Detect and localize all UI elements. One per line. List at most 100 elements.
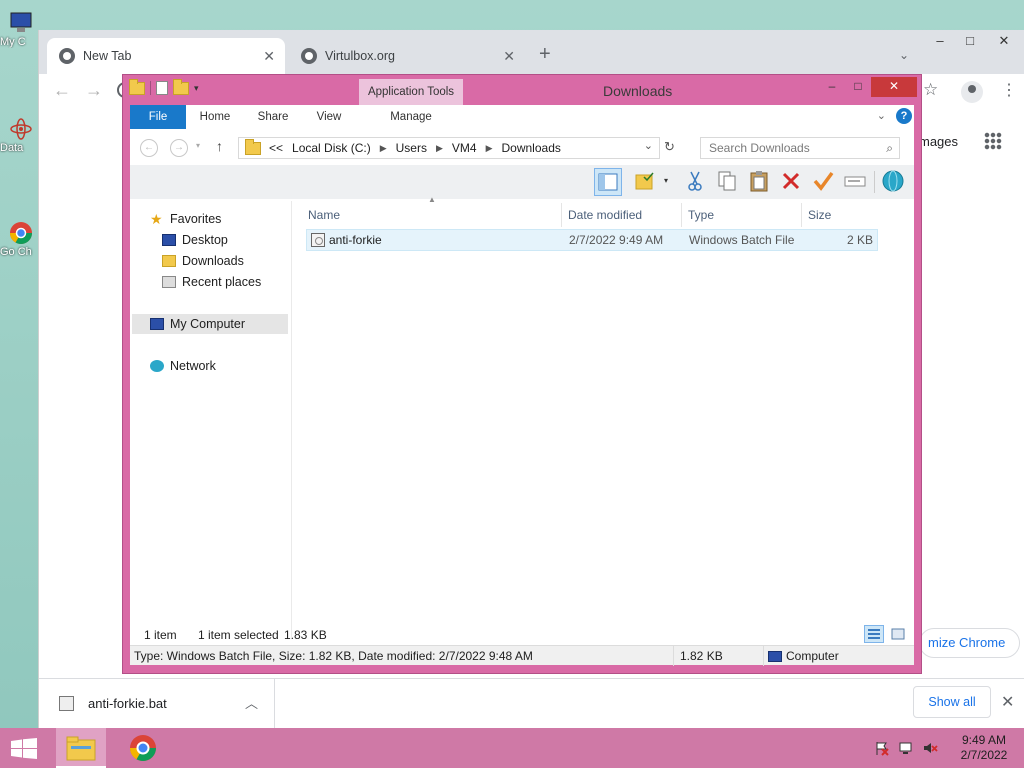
computer-icon <box>150 318 164 330</box>
properties-globe-icon[interactable] <box>880 168 908 196</box>
show-all-button[interactable]: Show all <box>913 686 991 718</box>
volume-muted-icon[interactable] <box>922 740 938 759</box>
breadcrumb-users[interactable]: Users <box>396 141 427 155</box>
refresh-icon[interactable]: ↻ <box>664 139 675 155</box>
address-bar[interactable]: << Local Disk (C:) ▶ Users ▶ VM4 ▶ Downl… <box>238 137 660 159</box>
batch-file-icon <box>311 233 325 247</box>
recent-places-icon <box>162 276 176 288</box>
help-icon[interactable]: ? <box>896 108 912 124</box>
tab-view[interactable]: View <box>306 105 352 129</box>
nav-my-computer[interactable]: My Computer <box>132 314 288 334</box>
minimize-button[interactable]: – <box>819 77 845 97</box>
address-overflow[interactable]: << <box>269 141 283 155</box>
desktop-icon-label: My C <box>0 36 26 48</box>
checkmark-icon[interactable] <box>810 168 838 196</box>
status-location-label: Computer <box>786 649 839 663</box>
desktop-icon-my-computer[interactable]: My C <box>0 10 34 48</box>
desktop-icon-data[interactable]: Data <box>0 116 34 154</box>
breadcrumb-separator-icon[interactable]: ▶ <box>380 143 387 154</box>
column-name[interactable]: Name <box>306 203 562 227</box>
breadcrumb-local-disk[interactable]: Local Disk (C:) <box>292 141 371 155</box>
up-arrow-icon[interactable]: ↑ <box>216 138 223 154</box>
images-link[interactable]: mages <box>919 134 958 149</box>
taskbar-chrome[interactable] <box>118 728 168 768</box>
minimize-button[interactable]: – <box>925 30 955 54</box>
tab-home[interactable]: Home <box>192 105 238 129</box>
tab-manage[interactable]: Manage <box>366 105 456 129</box>
file-row[interactable]: anti-forkie 2/7/2022 9:49 AM Windows Bat… <box>306 229 878 251</box>
nav-desktop[interactable]: Desktop <box>162 230 228 250</box>
customize-label: mize Chrome <box>928 635 1006 650</box>
delete-icon[interactable] <box>778 168 806 196</box>
column-headers: ▲ Name Date modified Type Size <box>306 195 882 227</box>
close-download-bar-icon[interactable]: ✕ <box>1001 692 1014 712</box>
bookmark-star-icon[interactable]: ☆ <box>923 80 938 100</box>
cut-icon[interactable] <box>682 168 710 196</box>
file-type: Windows Batch File <box>689 233 795 247</box>
network-tray-icon[interactable] <box>898 740 914 759</box>
new-tab-button[interactable]: + <box>539 44 551 64</box>
properties-icon[interactable] <box>156 81 168 95</box>
large-icons-view-icon[interactable] <box>888 625 908 643</box>
nav-label: My Computer <box>170 317 246 331</box>
search-input[interactable]: Search Downloads ⌕ <box>700 137 900 159</box>
recent-locations-chevron-icon[interactable]: ▾ <box>196 141 200 150</box>
menu-kebab-icon[interactable]: ⋮ <box>1001 80 1017 100</box>
address-dropdown-chevron-icon[interactable]: ⌄ <box>644 139 653 152</box>
forward-arrow-icon[interactable]: → <box>170 139 188 157</box>
rename-icon[interactable] <box>842 168 870 196</box>
tab-share[interactable]: Share <box>250 105 296 129</box>
close-tab-icon[interactable]: ✕ <box>263 48 275 65</box>
close-button[interactable]: ✕ <box>989 30 1019 54</box>
breadcrumb-separator-icon[interactable]: ▶ <box>486 143 493 154</box>
breadcrumb-vm4[interactable]: VM4 <box>452 141 477 155</box>
status-size: 1.82 KB <box>678 646 764 666</box>
copy-icon[interactable] <box>714 168 742 196</box>
paste-icon[interactable] <box>746 168 774 196</box>
layout-dropdown-chevron-icon[interactable]: ▾ <box>664 176 668 185</box>
tab-virtulbox[interactable]: Virtulbox.org ✕ <box>289 38 525 74</box>
breadcrumb-downloads[interactable]: Downloads <box>502 141 561 155</box>
customize-qat-chevron-icon[interactable]: ▾ <box>194 83 199 94</box>
clock-time: 9:49 AM <box>961 733 1007 747</box>
tab-file[interactable]: File <box>130 105 186 129</box>
tab-new-tab[interactable]: New Tab ✕ <box>47 38 285 74</box>
column-type[interactable]: Type <box>686 203 802 227</box>
tab-title: New Tab <box>83 49 132 63</box>
forward-arrow-icon[interactable]: → <box>85 80 103 101</box>
nav-downloads[interactable]: Downloads <box>162 251 244 271</box>
taskbar-file-explorer[interactable] <box>56 728 106 768</box>
column-date-modified[interactable]: Date modified <box>566 203 682 227</box>
back-arrow-icon[interactable]: ← <box>140 139 158 157</box>
download-item[interactable]: anti-forkie.bat ︿ <box>39 679 275 729</box>
preview-pane-icon[interactable] <box>594 168 622 196</box>
file-size: 2 KB <box>846 233 873 247</box>
tab-search-chevron-icon[interactable]: ⌄ <box>899 48 909 62</box>
apps-grid-icon[interactable] <box>984 132 1002 150</box>
nav-favorites[interactable]: ★ Favorites <box>150 209 221 229</box>
new-folder-icon[interactable] <box>173 78 189 95</box>
nav-recent-places[interactable]: Recent places <box>162 272 261 292</box>
maximize-button[interactable]: □ <box>845 77 871 97</box>
customize-chrome-button[interactable]: mize Chrome <box>919 628 1021 658</box>
desktop-icon-google-chrome[interactable]: Go Ch <box>0 220 34 258</box>
profile-avatar[interactable] <box>961 81 983 103</box>
expand-ribbon-chevron-icon[interactable]: ⌄ <box>877 109 886 122</box>
tab-strip: New Tab ✕ Virtulbox.org ✕ + ⌄ – □ ✕ <box>39 30 1024 74</box>
details-view-icon[interactable] <box>864 625 884 643</box>
maximize-button[interactable]: □ <box>955 30 985 54</box>
application-tools-tab: Application Tools <box>359 79 463 105</box>
close-tab-icon[interactable]: ✕ <box>503 48 515 65</box>
close-button[interactable]: ✕ <box>871 77 917 97</box>
taskbar-clock[interactable]: 9:49 AM 2/7/2022 <box>952 733 1016 763</box>
breadcrumb-separator-icon[interactable]: ▶ <box>436 143 443 154</box>
back-arrow-icon[interactable]: ← <box>53 80 71 101</box>
nav-network[interactable]: Network <box>150 356 216 376</box>
column-size[interactable]: Size <box>806 203 882 227</box>
chevron-up-icon[interactable]: ︿ <box>245 693 258 712</box>
action-center-flag-icon[interactable] <box>874 740 890 759</box>
file-name: anti-forkie <box>329 233 382 247</box>
item-count: 1 item <box>144 628 177 642</box>
windows-start-icon[interactable] <box>10 738 38 760</box>
new-folder-icon[interactable] <box>632 168 660 196</box>
